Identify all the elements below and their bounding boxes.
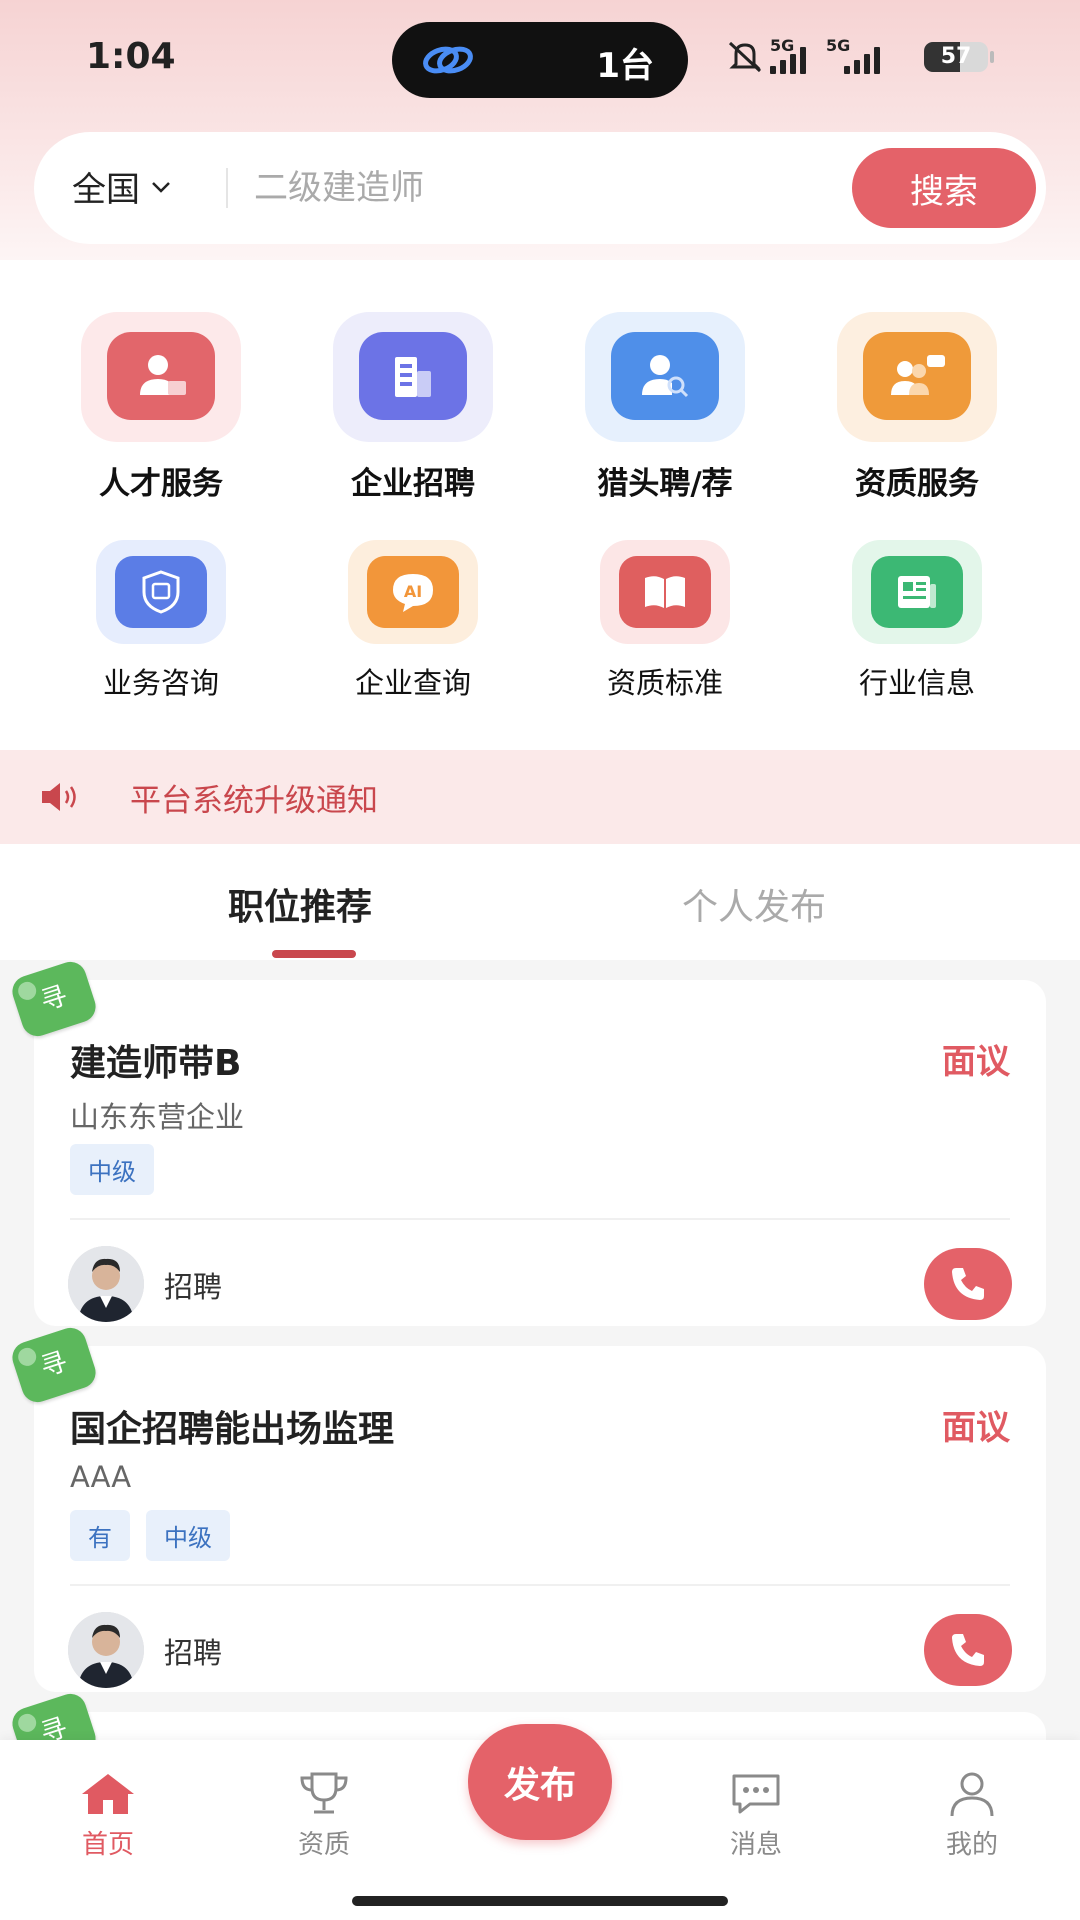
nav-qualification[interactable]: 资质 (254, 1770, 394, 1861)
service-tile (333, 312, 493, 442)
job-title: 建造师带B (70, 1043, 242, 1084)
card-divider (70, 1218, 1010, 1220)
phone-icon (952, 1268, 984, 1300)
job-company: AAA (70, 1460, 132, 1494)
service-tile (852, 540, 982, 644)
battery-tip (990, 51, 994, 63)
service-label: 业务咨询 (102, 666, 219, 700)
status-icons: 5G 5G 57 (726, 36, 996, 80)
nav-mine-label: 我的 (945, 1830, 998, 1860)
building-icon (359, 332, 467, 420)
card-divider (70, 1584, 1010, 1586)
region-selector[interactable]: 全国 (72, 162, 172, 211)
service-tile (585, 312, 745, 442)
job-salary: 面议 (942, 1042, 1010, 1082)
nav-mine[interactable]: 我的 (902, 1770, 1042, 1861)
publish-button[interactable]: 发布 (468, 1724, 612, 1840)
service-standards[interactable]: 资质标准 (540, 540, 790, 702)
home-icon (82, 1774, 134, 1814)
job-tag: 中级 (146, 1510, 230, 1561)
person-card-icon (107, 332, 215, 420)
nav-home[interactable]: 首页 (38, 1770, 178, 1861)
user-icon (950, 1772, 994, 1817)
service-talent[interactable]: 人才服务 (36, 312, 286, 503)
service-industry-news[interactable]: 行业信息 (792, 540, 1042, 702)
island-text: 1台 (596, 46, 654, 86)
service-headhunter[interactable]: 猎头聘/荐 (540, 312, 790, 503)
service-tile (600, 540, 730, 644)
notice-bar[interactable]: 平台系统升级通知 (0, 750, 1080, 844)
poster-label: 招聘 (164, 1270, 223, 1304)
newspaper-icon (871, 556, 963, 628)
message-icon (732, 1774, 780, 1814)
nav-qualification-label: 资质 (297, 1830, 350, 1860)
service-tile: AI (348, 540, 478, 644)
search-button[interactable]: 搜索 (852, 148, 1036, 228)
service-label: 企业查询 (354, 666, 471, 700)
link-icon (423, 46, 473, 74)
tab-job-recommend[interactable]: 职位推荐 (228, 878, 372, 930)
book-icon (619, 556, 711, 628)
search-input[interactable] (254, 158, 674, 218)
phone-icon (952, 1634, 984, 1666)
person-search-icon (611, 332, 719, 420)
service-company-query[interactable]: AI 企业查询 (288, 540, 538, 702)
service-tile (81, 312, 241, 442)
service-tile (96, 540, 226, 644)
service-label: 资质标准 (606, 666, 723, 700)
nav-home-label: 首页 (81, 1830, 134, 1860)
signal-bars-1-icon (770, 46, 806, 74)
battery-percent: 57 (940, 44, 972, 69)
region-label: 全国 (72, 170, 140, 210)
job-title: 国企招聘能出场监理 (70, 1409, 395, 1450)
shield-doc-icon (115, 556, 207, 628)
job-tags: 中级 (70, 1144, 154, 1195)
job-tag: 有 (70, 1510, 130, 1561)
job-tag: 中级 (70, 1144, 154, 1195)
speaker-icon (42, 783, 76, 811)
call-button[interactable] (924, 1248, 1012, 1320)
content-tabs: 职位推荐 个人发布 (0, 844, 1080, 960)
service-tile (837, 312, 997, 442)
dynamic-island[interactable]: 1台 (392, 22, 688, 98)
home-indicator (352, 1896, 728, 1906)
ai-chat-icon: AI (367, 556, 459, 628)
job-company: 山东东营企业 (70, 1100, 245, 1134)
job-salary: 面议 (942, 1408, 1010, 1448)
battery-icon: 57 (924, 42, 988, 72)
notice-text: 平台系统升级通知 (130, 782, 378, 819)
avatar[interactable] (68, 1246, 144, 1322)
service-label: 行业信息 (858, 666, 975, 700)
service-label: 猎头聘/荐 (597, 466, 733, 502)
service-consulting[interactable]: 业务咨询 (36, 540, 286, 702)
trophy-icon (300, 1772, 348, 1814)
avatar[interactable] (68, 1612, 144, 1688)
poster-label: 招聘 (164, 1636, 223, 1670)
people-chat-icon (863, 332, 971, 420)
nav-messages-label: 消息 (729, 1830, 782, 1860)
status-time: 1:04 (86, 36, 176, 77)
active-tab-indicator (272, 950, 356, 958)
call-button[interactable] (924, 1614, 1012, 1686)
service-label: 企业招聘 (351, 466, 475, 502)
mute-bell-icon (728, 41, 762, 73)
service-label: 人才服务 (99, 466, 223, 502)
service-qualification[interactable]: 资质服务 (792, 312, 1042, 503)
search-bar: 全国 搜索 (34, 132, 1046, 244)
job-tags: 有 中级 (70, 1510, 230, 1561)
svg-text:AI: AI (404, 582, 422, 601)
search-divider (226, 168, 228, 208)
service-label: 资质服务 (855, 466, 979, 502)
tab-personal-post[interactable]: 个人发布 (682, 878, 826, 930)
service-recruit[interactable]: 企业招聘 (288, 312, 538, 503)
nav-messages[interactable]: 消息 (686, 1770, 826, 1861)
chevron-down-icon (152, 181, 170, 193)
signal-bars-2-icon (844, 46, 880, 74)
job-card[interactable]: 国企招聘能出场监理 面议 AAA 有 中级 招聘 (34, 1346, 1046, 1692)
job-card[interactable]: 建造师带B 面议 山东东营企业 中级 招聘 (34, 980, 1046, 1326)
